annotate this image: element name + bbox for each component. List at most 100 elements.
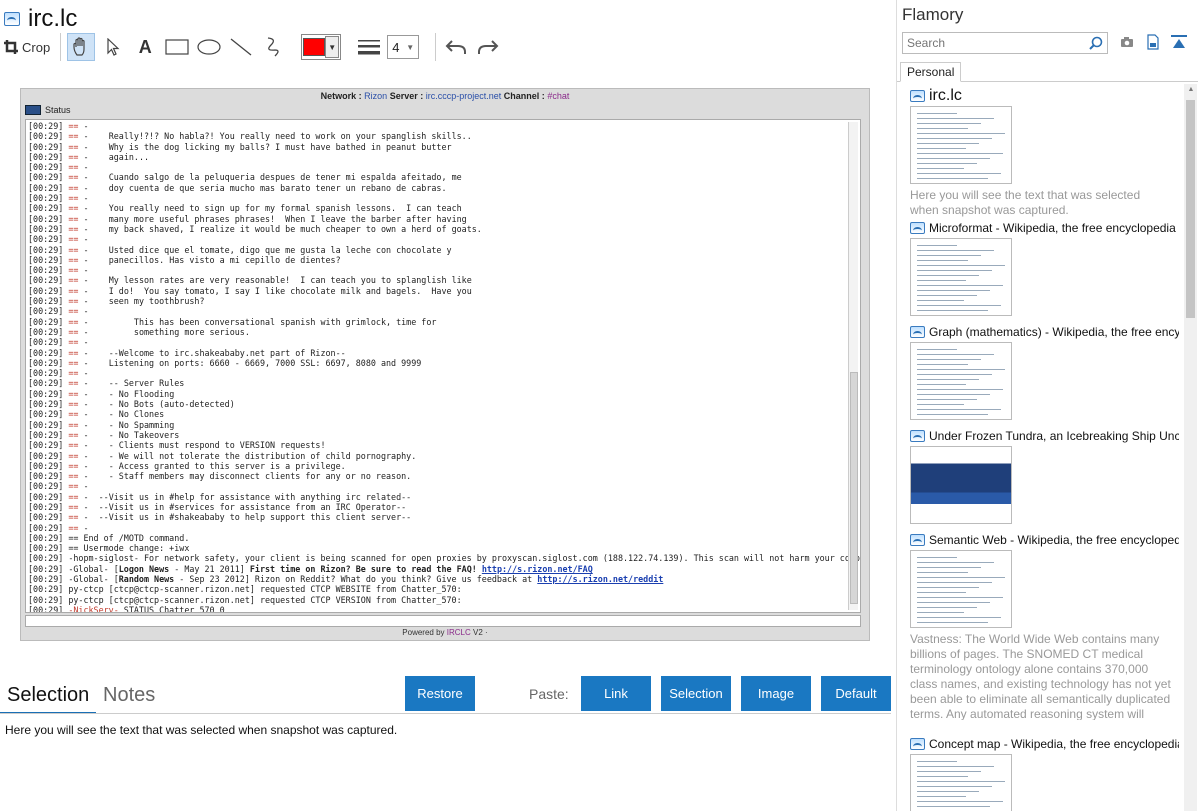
irc-scrollbar xyxy=(848,122,858,610)
snapshot-thumbnail[interactable] xyxy=(910,342,1012,420)
thumbnail-line xyxy=(917,394,990,395)
thumbnail-line xyxy=(917,786,992,787)
snapshot-title[interactable]: Graph (mathematics) - Wikipedia, the fre… xyxy=(929,325,1179,339)
line-width-button[interactable] xyxy=(355,33,383,61)
sidebar-scroll-thumb[interactable] xyxy=(1186,100,1195,318)
snapshot-title[interactable]: Semantic Web - Wikipedia, the free encyc… xyxy=(929,533,1179,547)
hand-tool-button[interactable] xyxy=(67,33,96,61)
snapshot-header: irc.lc xyxy=(910,87,1180,105)
thumbnail-line xyxy=(917,409,1001,410)
irc-line: [00:29] == - xyxy=(28,193,89,204)
channel-value: #chat xyxy=(547,91,570,101)
thumbnail-line xyxy=(917,399,977,400)
thumbnail-line xyxy=(917,153,1003,154)
snapshot-title[interactable]: irc.lc xyxy=(929,87,1179,105)
tab-selection[interactable]: Selection xyxy=(7,684,89,707)
snapshot-title[interactable]: Microformat - Wikipedia, the free encycl… xyxy=(929,221,1179,235)
color-picker[interactable]: ▼ xyxy=(301,33,351,61)
snapshot-header: Microformat - Wikipedia, the free encycl… xyxy=(910,220,1180,236)
irc-line: [00:29] == - You really need to sign up … xyxy=(28,203,462,214)
crop-button[interactable]: Crop xyxy=(4,33,50,61)
ellipse-icon xyxy=(197,39,221,55)
snapshot-image[interactable]: Network : Rizon Server : irc.cccp-projec… xyxy=(20,88,870,641)
snapshot-thumbnail[interactable] xyxy=(910,754,1012,811)
line-width-value: 4 xyxy=(392,39,400,55)
thumbnail-line xyxy=(917,123,981,124)
sidebar-scrollbar[interactable]: ▲ xyxy=(1184,84,1197,811)
irc-line: [00:29] == - seen my toothbrush? xyxy=(28,296,205,307)
irc-line: [00:29] == - Why is the dog licking my b… xyxy=(28,141,452,152)
irc-line: [00:29] == - --Visit us in #services for… xyxy=(28,501,407,512)
server-label: Server : xyxy=(389,91,424,101)
paste-selection-button[interactable]: Selection xyxy=(661,676,731,711)
editor-pane: irc.lc Crop A ▼ 4 ▼ Network: Rizon Serv… xyxy=(0,0,894,811)
thumbnail-line xyxy=(917,607,977,608)
document-icon[interactable] xyxy=(1145,34,1161,50)
snapshot-item[interactable]: Microformat - Wikipedia, the free encycl… xyxy=(910,220,1180,316)
snapshot-title[interactable]: Concept map - Wikipedia, the free encycl… xyxy=(929,737,1179,751)
irc-line: [00:29] == - --Visit us in #help for ass… xyxy=(28,491,412,502)
rectangle-tool-button[interactable] xyxy=(163,33,191,61)
thumbnail-line xyxy=(917,617,1001,618)
tab-notes[interactable]: Notes xyxy=(103,684,155,707)
cursor-arrow-icon xyxy=(107,38,120,56)
search-input[interactable] xyxy=(907,36,1077,50)
thumbnail-line xyxy=(917,290,990,291)
snapshot-item[interactable]: Concept map - Wikipedia, the free encycl… xyxy=(910,736,1180,811)
collapse-top-icon[interactable] xyxy=(1171,34,1187,50)
browser-icon xyxy=(4,12,20,26)
irc-line: [00:29] == - - No Flooding xyxy=(28,388,175,399)
undo-button[interactable] xyxy=(442,33,470,61)
browser-icon xyxy=(910,534,925,546)
irc-line: [00:29] == End of /MOTD command. xyxy=(28,532,190,543)
paste-link-button[interactable]: Link xyxy=(581,676,651,711)
redo-button[interactable] xyxy=(474,33,502,61)
search-box[interactable] xyxy=(902,32,1108,54)
line-tool-button[interactable] xyxy=(227,33,255,61)
thumbnail-line xyxy=(917,374,992,375)
chevron-down-icon[interactable]: ▼ xyxy=(325,36,340,58)
search-icon[interactable] xyxy=(1089,36,1103,50)
network-label: Network : xyxy=(320,91,362,101)
text-tool-button[interactable]: A xyxy=(131,33,159,61)
thumbnail-line xyxy=(917,404,964,405)
color-picker-box[interactable]: ▼ xyxy=(301,34,342,60)
snapshot-item[interactable]: Semantic Web - Wikipedia, the free encyc… xyxy=(910,532,1180,720)
snapshot-thumbnail[interactable] xyxy=(910,106,1012,184)
thumbnail-line xyxy=(917,806,990,807)
thumbnail-line xyxy=(917,138,992,139)
snapshot-item[interactable]: irc.lc Here you will see the text that wa… xyxy=(910,87,1180,218)
paste-image-button[interactable]: Image xyxy=(741,676,811,711)
crop-icon xyxy=(4,40,18,54)
pointer-tool-button[interactable] xyxy=(99,33,127,61)
scroll-up-icon[interactable]: ▲ xyxy=(1187,86,1195,93)
thumbnail-line xyxy=(917,295,977,296)
irc-tabs: Status xyxy=(25,103,71,117)
ellipse-tool-button[interactable] xyxy=(195,33,223,61)
irc-line: [00:29] == - This has been conversationa… xyxy=(28,316,437,327)
irc-line: [00:29] == - Cuando salgo de la peluquer… xyxy=(28,172,462,183)
thumbnail-line xyxy=(917,597,1003,598)
thumbnail-line xyxy=(917,349,957,350)
line-width-select[interactable]: 4 ▼ xyxy=(387,35,420,59)
thumbnail-line xyxy=(917,587,979,588)
snapshot-thumbnail[interactable] xyxy=(910,446,1012,524)
irc-footer: Powered by IRCLC V2 · xyxy=(21,628,869,637)
thumbnail-line xyxy=(917,612,964,613)
paste-default-button[interactable]: Default xyxy=(821,676,891,711)
freehand-tool-button[interactable] xyxy=(259,33,287,61)
snapshot-item[interactable]: Graph (mathematics) - Wikipedia, the fre… xyxy=(910,324,1180,420)
camera-icon[interactable] xyxy=(1119,34,1135,50)
network-value: Rizon xyxy=(364,91,388,101)
thumbnail-line xyxy=(917,143,979,144)
thumbnail-line xyxy=(917,577,1005,578)
snapshot-thumbnail[interactable] xyxy=(910,550,1012,628)
snapshot-thumbnail[interactable] xyxy=(910,238,1012,316)
snapshot-item[interactable]: Under Frozen Tundra, an Icebreaking Ship… xyxy=(910,428,1180,524)
snapshot-title[interactable]: Under Frozen Tundra, an Icebreaking Ship… xyxy=(929,429,1179,443)
irc-line: [00:29] -Global- [Logon News - May 21 20… xyxy=(28,563,593,574)
thumbnail-line xyxy=(917,359,981,360)
restore-button[interactable]: Restore xyxy=(405,676,475,711)
thumbnail-line xyxy=(917,133,1005,134)
tab-personal[interactable]: Personal xyxy=(900,62,962,82)
